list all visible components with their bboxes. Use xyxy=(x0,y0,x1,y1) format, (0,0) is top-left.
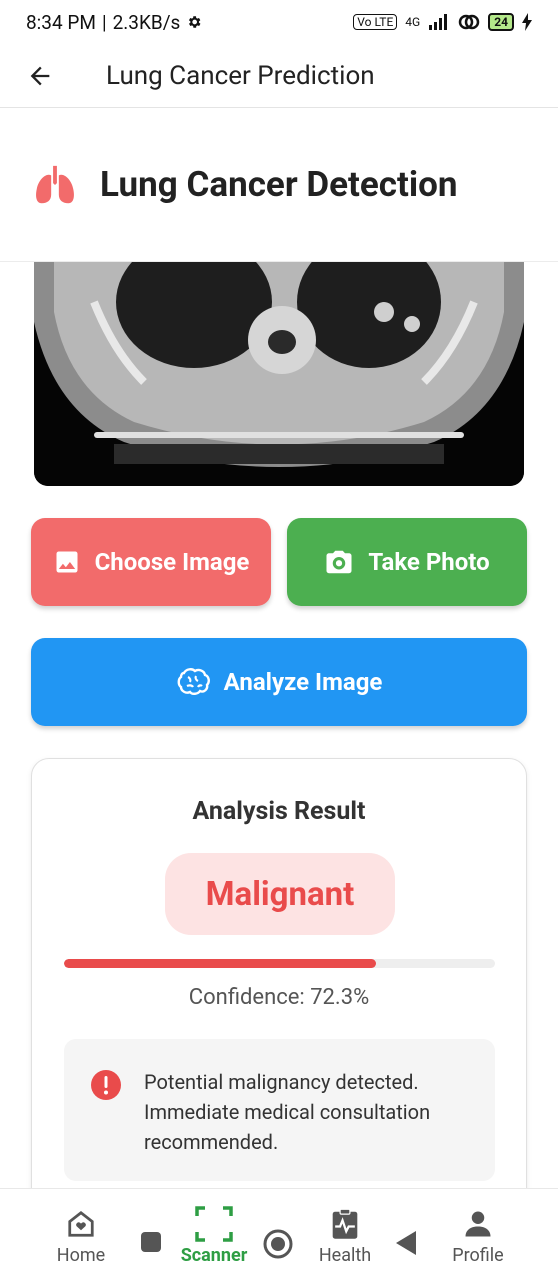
confidence-progress-fill xyxy=(64,959,376,968)
scanner-icon xyxy=(195,1206,233,1242)
health-icon xyxy=(332,1208,358,1239)
confidence-text: Confidence: 72.3% xyxy=(188,985,370,1010)
choose-image-button[interactable]: Choose Image xyxy=(31,518,271,606)
status-time: 8:34 PM xyxy=(26,10,96,34)
profile-icon xyxy=(465,1211,491,1237)
status-separator: | xyxy=(101,10,107,34)
camera-icon xyxy=(326,550,352,574)
status-left: 8:34 PM | 2.3KB/s xyxy=(26,11,202,34)
scan-image-preview xyxy=(34,262,524,486)
choose-image-label: Choose Image xyxy=(94,548,250,576)
detection-title: Lung Cancer Detection xyxy=(100,164,458,205)
analyze-image-button[interactable]: Analyze Image xyxy=(31,638,527,726)
network-type: 4G xyxy=(405,15,421,29)
back-triangle-icon[interactable] xyxy=(394,1229,418,1257)
home-circle-icon[interactable] xyxy=(262,1228,294,1260)
lungs-icon xyxy=(36,165,74,203)
nav-label-health: Health xyxy=(318,1245,372,1266)
nav-label-scanner: Scanner xyxy=(180,1245,248,1266)
status-right: Vo LTE 4G 24 xyxy=(353,13,532,31)
confidence-progress-bar xyxy=(64,959,495,968)
status-bar: 8:34 PM | 2.3KB/s Vo LTE 4G 24 xyxy=(0,0,558,44)
ct-scan-image xyxy=(34,262,524,486)
take-photo-button[interactable]: Take Photo xyxy=(287,518,527,606)
result-message-box: Potential malignancy detected. Immediate… xyxy=(64,1039,495,1181)
nav-label-home: Home xyxy=(56,1245,106,1266)
detection-header: Lung Cancer Detection xyxy=(0,108,558,262)
nav-item-scanner[interactable]: Scanner xyxy=(176,1189,252,1281)
nav-label-profile: Profile xyxy=(452,1245,504,1266)
back-arrow-icon xyxy=(30,66,50,85)
app-bar-title: Lung Cancer Prediction xyxy=(106,60,375,91)
image-icon xyxy=(56,551,78,573)
result-message: Potential malignancy detected. Immediate… xyxy=(144,1070,431,1154)
battery-indicator: 24 xyxy=(488,13,514,31)
result-label-badge: Malignant xyxy=(165,853,395,935)
volte-badge: Vo LTE xyxy=(353,14,398,30)
home-icon xyxy=(68,1211,94,1237)
analyze-image-label: Analyze Image xyxy=(223,668,383,696)
settings-gear-icon xyxy=(189,16,201,28)
back-button[interactable] xyxy=(0,44,80,108)
recents-square-icon[interactable] xyxy=(140,1231,162,1253)
analysis-result-card: Analysis Result Malignant Confidence: 72… xyxy=(31,758,527,1218)
result-title: Analysis Result xyxy=(192,797,366,826)
signal-icon xyxy=(429,14,448,30)
nav-item-profile[interactable]: Profile xyxy=(446,1189,510,1281)
app-bar: Lung Cancer Prediction xyxy=(0,44,558,108)
hotspot-icon xyxy=(458,14,480,30)
bottom-navigation: Home Scanner Health Profile xyxy=(0,1188,558,1280)
take-photo-label: Take Photo xyxy=(368,548,490,576)
charging-icon xyxy=(522,13,532,31)
nav-item-home[interactable]: Home xyxy=(50,1189,112,1281)
alert-icon xyxy=(91,1070,121,1100)
nav-item-health[interactable]: Health xyxy=(312,1189,378,1281)
status-speed: 2.3KB/s xyxy=(112,10,181,34)
brain-icon xyxy=(177,668,210,695)
